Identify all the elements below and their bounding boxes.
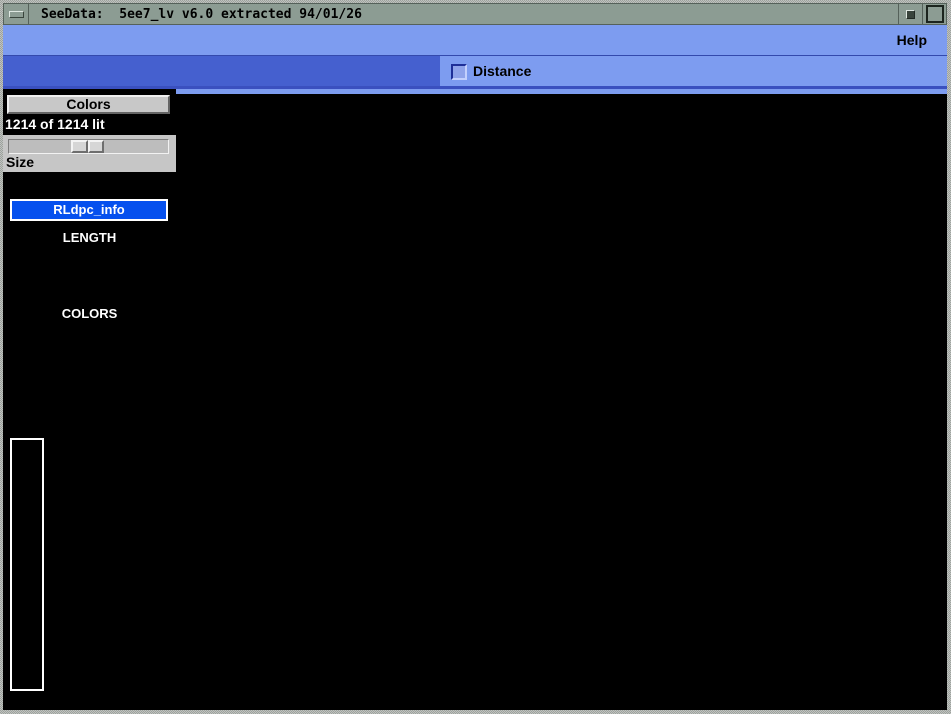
- iconify-button[interactable]: [898, 4, 922, 24]
- toolbar-button-panel: [3, 56, 440, 86]
- distance-label: Distance: [473, 63, 531, 79]
- toolbar: Distance: [3, 56, 947, 89]
- length-section-title: LENGTH: [3, 230, 176, 245]
- window-menu-icon: [9, 11, 24, 18]
- relation-button[interactable]: RLdpc_info: [10, 199, 168, 221]
- window-menu-button[interactable]: [4, 4, 29, 24]
- size-label: Size: [6, 154, 34, 170]
- titlebar: SeeData: 5ee7_lv v6.0 extracted 94/01/26: [3, 3, 947, 25]
- colors-button[interactable]: Colors: [7, 95, 170, 114]
- menu-help[interactable]: Help: [897, 32, 927, 48]
- visualization-area: [176, 89, 947, 710]
- sidebar: Colors 1214 of 1214 lit Size RLdpc_info …: [3, 89, 176, 710]
- distance-checkbox[interactable]: [451, 64, 467, 80]
- maximize-button[interactable]: [922, 4, 946, 24]
- size-panel: Size: [3, 135, 176, 172]
- menubar: Help: [3, 25, 947, 56]
- iconify-icon: [906, 10, 915, 19]
- maximize-icon: [926, 5, 944, 23]
- legend-box: [10, 438, 44, 691]
- seedata-window: SeeData: 5ee7_lv v6.0 extracted 94/01/26…: [0, 0, 951, 714]
- colors-section-title: COLORS: [3, 306, 176, 321]
- window-title: SeeData: 5ee7_lv v6.0 extracted 94/01/26: [29, 4, 898, 24]
- size-slider-thumb[interactable]: [71, 140, 104, 153]
- viz-top-strip: [176, 89, 947, 94]
- size-slider-track[interactable]: [8, 139, 169, 154]
- lit-status: 1214 of 1214 lit: [5, 116, 105, 132]
